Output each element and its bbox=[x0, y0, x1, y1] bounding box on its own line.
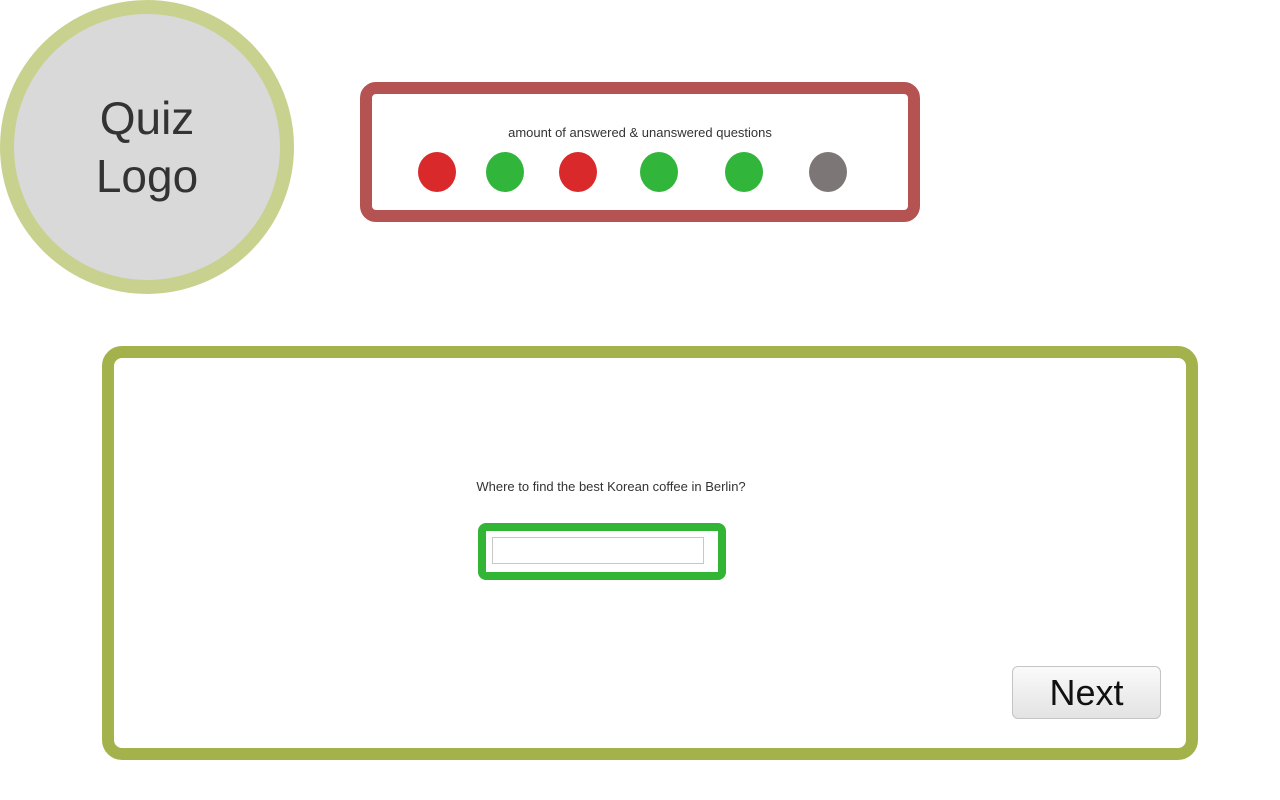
quiz-logo: Quiz Logo bbox=[0, 0, 294, 294]
question-status-dot-3 bbox=[559, 152, 597, 192]
progress-title: amount of answered & unanswered question… bbox=[508, 125, 772, 140]
answer-input[interactable] bbox=[492, 537, 704, 564]
question-panel: Where to find the best Korean coffee in … bbox=[102, 346, 1198, 760]
next-button[interactable]: Next bbox=[1012, 666, 1161, 719]
logo-text: Quiz Logo bbox=[95, 92, 199, 202]
question-status-dot-1 bbox=[418, 152, 456, 192]
answer-field-frame bbox=[478, 523, 726, 580]
question-progress-panel: amount of answered & unanswered question… bbox=[360, 82, 920, 222]
question-status-dot-6 bbox=[809, 152, 847, 192]
question-text: Where to find the best Korean coffee in … bbox=[476, 479, 746, 494]
question-status-dot-5 bbox=[725, 152, 763, 192]
question-status-dot-2 bbox=[486, 152, 524, 192]
question-status-dot-4 bbox=[640, 152, 678, 192]
